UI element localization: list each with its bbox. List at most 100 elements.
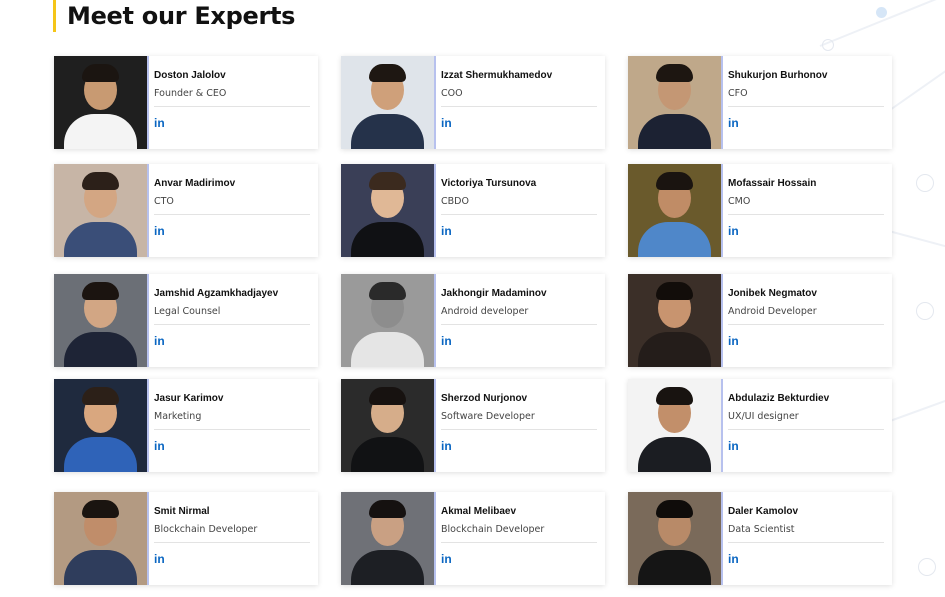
linkedin-icon[interactable]: in — [728, 334, 739, 348]
expert-photo — [341, 164, 436, 257]
expert-info: Abdulaziz Bekturdiev UX/UI designer in — [728, 393, 884, 454]
card-divider — [154, 429, 310, 430]
card-divider — [154, 214, 310, 215]
linkedin-icon[interactable]: in — [154, 116, 165, 130]
expert-info: Jonibek Negmatov Android Developer in — [728, 288, 884, 349]
portrait-hair — [82, 172, 119, 190]
card-divider — [728, 324, 884, 325]
expert-info: Shukurjon Burhonov CFO in — [728, 70, 884, 131]
portrait-hair — [369, 387, 406, 405]
linkedin-icon[interactable]: in — [441, 224, 452, 238]
expert-name: Jakhongir Madaminov — [441, 288, 547, 299]
linkedin-icon[interactable]: in — [728, 116, 739, 130]
expert-card: Smit Nirmal Blockchain Developer in — [54, 492, 318, 585]
expert-photo — [628, 492, 723, 585]
portrait-body — [638, 437, 711, 472]
linkedin-icon[interactable]: in — [728, 224, 739, 238]
expert-info: Doston Jalolov Founder & CEO in — [154, 70, 310, 131]
expert-card: Anvar Madirimov CTO in — [54, 164, 318, 257]
expert-card: Doston Jalolov Founder & CEO in — [54, 56, 318, 149]
expert-name: Sherzod Nurjonov — [441, 393, 528, 404]
expert-name: Jasur Karimov — [154, 393, 224, 404]
expert-photo — [54, 164, 149, 257]
portrait-hair — [656, 172, 693, 190]
expert-photo — [341, 379, 436, 472]
linkedin-icon[interactable]: in — [154, 552, 165, 566]
portrait-hair — [656, 500, 693, 518]
expert-info: Smit Nirmal Blockchain Developer in — [154, 506, 310, 567]
expert-name: Akmal Melibaev — [441, 506, 517, 517]
card-divider — [154, 324, 310, 325]
card-divider — [728, 429, 884, 430]
card-divider — [441, 214, 597, 215]
expert-photo — [628, 379, 723, 472]
portrait-body — [638, 222, 711, 257]
linkedin-icon[interactable]: in — [154, 439, 165, 453]
portrait-hair — [369, 282, 406, 300]
linkedin-icon[interactable]: in — [441, 439, 452, 453]
portrait-body — [64, 222, 137, 257]
portrait-body — [351, 437, 424, 472]
portrait-hair — [656, 387, 693, 405]
portrait-hair — [82, 387, 119, 405]
expert-role: Android developer — [441, 306, 529, 317]
expert-info: Izzat Shermukhamedov COO in — [441, 70, 597, 131]
card-divider — [441, 324, 597, 325]
expert-info: Anvar Madirimov CTO in — [154, 178, 310, 239]
expert-card: Akmal Melibaev Blockchain Developer in — [341, 492, 605, 585]
expert-photo — [341, 274, 436, 367]
expert-role: Data Scientist — [728, 524, 795, 535]
expert-card: Victoriya Tursunova CBDO in — [341, 164, 605, 257]
portrait-body — [64, 114, 137, 149]
expert-role: Android Developer — [728, 306, 817, 317]
expert-role: Blockchain Developer — [154, 524, 258, 535]
portrait-hair — [656, 282, 693, 300]
linkedin-icon[interactable]: in — [154, 224, 165, 238]
portrait-body — [351, 332, 424, 367]
expert-card: Jonibek Negmatov Android Developer in — [628, 274, 892, 367]
expert-card: Jasur Karimov Marketing in — [54, 379, 318, 472]
expert-photo — [54, 379, 149, 472]
expert-card: Jamshid Agzamkhadjayev Legal Counsel in — [54, 274, 318, 367]
card-divider — [154, 106, 310, 107]
portrait-body — [64, 437, 137, 472]
portrait-body — [351, 550, 424, 585]
expert-card: Shukurjon Burhonov CFO in — [628, 56, 892, 149]
card-divider — [728, 214, 884, 215]
linkedin-icon[interactable]: in — [154, 334, 165, 348]
portrait-hair — [369, 500, 406, 518]
expert-info: Sherzod Nurjonov Software Developer in — [441, 393, 597, 454]
expert-info: Jakhongir Madaminov Android developer in — [441, 288, 597, 349]
linkedin-icon[interactable]: in — [728, 439, 739, 453]
portrait-hair — [82, 64, 119, 82]
expert-role: Marketing — [154, 411, 202, 422]
expert-name: Doston Jalolov — [154, 70, 226, 81]
expert-card: Daler Kamolov Data Scientist in — [628, 492, 892, 585]
card-divider — [441, 106, 597, 107]
expert-name: Smit Nirmal — [154, 506, 210, 517]
expert-name: Jamshid Agzamkhadjayev — [154, 288, 279, 299]
expert-name: Abdulaziz Bekturdiev — [728, 393, 830, 404]
linkedin-icon[interactable]: in — [728, 552, 739, 566]
portrait-body — [638, 332, 711, 367]
expert-card: Jakhongir Madaminov Android developer in — [341, 274, 605, 367]
card-divider — [441, 429, 597, 430]
linkedin-icon[interactable]: in — [441, 116, 452, 130]
expert-name: Izzat Shermukhamedov — [441, 70, 553, 81]
expert-name: Shukurjon Burhonov — [728, 70, 828, 81]
linkedin-icon[interactable]: in — [441, 334, 452, 348]
expert-card: Sherzod Nurjonov Software Developer in — [341, 379, 605, 472]
expert-role: Blockchain Developer — [441, 524, 545, 535]
expert-role: CFO — [728, 88, 748, 99]
expert-role: CMO — [728, 196, 751, 207]
portrait-hair — [369, 64, 406, 82]
expert-role: Software Developer — [441, 411, 535, 422]
card-divider — [728, 106, 884, 107]
card-divider — [154, 542, 310, 543]
expert-photo — [54, 56, 149, 149]
expert-name: Mofassair Hossain — [728, 178, 817, 189]
portrait-body — [638, 550, 711, 585]
linkedin-icon[interactable]: in — [441, 552, 452, 566]
expert-photo — [54, 274, 149, 367]
expert-photo — [341, 56, 436, 149]
